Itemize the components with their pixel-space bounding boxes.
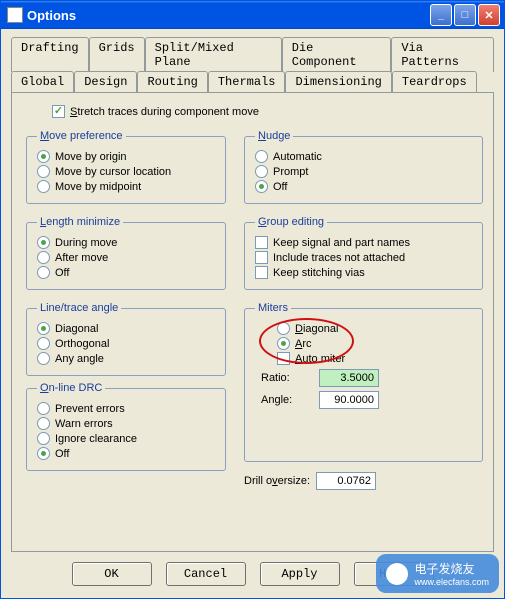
radio-icon (37, 352, 50, 365)
miter-arc-radio[interactable]: Arc (277, 337, 472, 350)
design-panel: ✓ Stretch traces during component move M… (11, 92, 494, 552)
move-by-cursor-radio[interactable]: Move by cursor location (37, 165, 215, 178)
move-by-origin-radio[interactable]: Move by origin (37, 150, 215, 163)
radio-icon (37, 150, 50, 163)
radio-icon (255, 165, 268, 178)
any-angle-radio[interactable]: Any angle (37, 352, 215, 365)
online-drc-legend: On-line DRC (37, 382, 105, 394)
window-title: Options (27, 8, 430, 23)
tab-global[interactable]: Global (11, 71, 74, 93)
group-editing-legend: Group editing (255, 216, 327, 228)
prevent-errors-radio[interactable]: Prevent errors (37, 402, 215, 415)
cancel-button[interactable]: Cancel (166, 562, 246, 586)
miters-legend: Miters (255, 302, 291, 314)
length-off-radio[interactable]: Off (37, 266, 215, 279)
online-drc-group: On-line DRC Prevent errors Warn errors I… (26, 382, 226, 471)
nudge-legend: Nudge (255, 130, 293, 142)
minimize-button[interactable]: _ (430, 4, 452, 26)
tab-grids[interactable]: Grids (89, 37, 145, 72)
keep-stitching-vias-checkbox[interactable]: Keep stitching vias (255, 266, 472, 279)
radio-icon (37, 165, 50, 178)
ratio-label: Ratio: (261, 372, 311, 384)
drill-oversize-row: Drill oversize: (244, 472, 483, 490)
diagonal-angle-radio[interactable]: Diagonal (37, 322, 215, 335)
close-button[interactable]: ✕ (478, 4, 500, 26)
group-editing-group: Group editing Keep signal and part names… (244, 216, 483, 290)
checkbox-icon (255, 236, 268, 249)
during-move-radio[interactable]: During move (37, 236, 215, 249)
nudge-off-radio[interactable]: Off (255, 180, 472, 193)
miters-group: Miters Diagonal Arc Auto miter Ratio: (244, 302, 483, 462)
radio-icon (37, 322, 50, 335)
line-trace-angle-group: Line/trace angle Diagonal Orthogonal Any… (26, 302, 226, 376)
tab-split-mixed-plane[interactable]: Split/Mixed Plane (145, 37, 282, 72)
angle-input[interactable] (319, 391, 379, 409)
ignore-clearance-radio[interactable]: Ignore clearance (37, 432, 215, 445)
tab-row-2: Global Design Routing Thermals Dimension… (11, 71, 494, 93)
apply-button[interactable]: Apply (260, 562, 340, 586)
tab-die-component[interactable]: Die Component (282, 37, 392, 72)
after-move-radio[interactable]: After move (37, 251, 215, 264)
tab-via-patterns[interactable]: Via Patterns (391, 37, 494, 72)
maximize-button[interactable]: □ (454, 4, 476, 26)
stretch-label: Stretch traces during component move (70, 106, 259, 118)
move-by-midpoint-radio[interactable]: Move by midpoint (37, 180, 215, 193)
tab-routing[interactable]: Routing (137, 71, 207, 93)
stretch-traces-checkbox[interactable]: ✓ Stretch traces during component move (52, 105, 483, 118)
radio-icon (37, 266, 50, 279)
checkbox-icon (277, 352, 290, 365)
drill-oversize-label: Drill oversize: (244, 475, 310, 487)
window-buttons: _ □ ✕ (430, 4, 500, 26)
orthogonal-angle-radio[interactable]: Orthogonal (37, 337, 215, 350)
radio-icon (37, 402, 50, 415)
drc-off-radio[interactable]: Off (37, 447, 215, 460)
button-bar: OK Cancel Apply Help (11, 552, 494, 592)
tab-drafting[interactable]: Drafting (11, 37, 89, 72)
line-trace-angle-legend: Line/trace angle (37, 302, 121, 314)
auto-miter-checkbox[interactable]: Auto miter (277, 352, 472, 365)
ratio-input[interactable] (319, 369, 379, 387)
nudge-group: Nudge Automatic Prompt Off (244, 130, 483, 204)
tab-thermals[interactable]: Thermals (208, 71, 286, 93)
checkbox-icon (255, 251, 268, 264)
move-preference-legend: Move preference (37, 130, 126, 142)
radio-icon (37, 251, 50, 264)
radio-icon (277, 322, 290, 335)
checkbox-icon: ✓ (52, 105, 65, 118)
length-minimize-legend: Length minimize (37, 216, 123, 228)
radio-icon (37, 417, 50, 430)
radio-icon (255, 150, 268, 163)
tab-design[interactable]: Design (74, 71, 137, 94)
include-traces-checkbox[interactable]: Include traces not attached (255, 251, 472, 264)
tab-row-1: Drafting Grids Split/Mixed Plane Die Com… (11, 37, 494, 72)
radio-icon (255, 180, 268, 193)
move-preference-group: Move preference Move by origin Move by c… (26, 130, 226, 204)
ok-button[interactable]: OK (72, 562, 152, 586)
nudge-automatic-radio[interactable]: Automatic (255, 150, 472, 163)
drill-oversize-input[interactable] (316, 472, 376, 490)
keep-signal-names-checkbox[interactable]: Keep signal and part names (255, 236, 472, 249)
tab-dimensioning[interactable]: Dimensioning (285, 71, 391, 93)
nudge-prompt-radio[interactable]: Prompt (255, 165, 472, 178)
angle-label: Angle: (261, 394, 311, 406)
radio-icon (37, 447, 50, 460)
radio-icon (37, 432, 50, 445)
options-window: Options _ □ ✕ Drafting Grids Split/Mixed… (0, 0, 505, 599)
radio-icon (37, 337, 50, 350)
radio-icon (277, 337, 290, 350)
length-minimize-group: Length minimize During move After move O… (26, 216, 226, 290)
radio-icon (37, 180, 50, 193)
help-button[interactable]: Help (354, 562, 434, 586)
app-icon (7, 7, 23, 23)
miter-diagonal-radio[interactable]: Diagonal (277, 322, 472, 335)
tab-teardrops[interactable]: Teardrops (392, 71, 477, 93)
warn-errors-radio[interactable]: Warn errors (37, 417, 215, 430)
titlebar[interactable]: Options _ □ ✕ (1, 1, 504, 29)
radio-icon (37, 236, 50, 249)
content-area: Drafting Grids Split/Mixed Plane Die Com… (1, 29, 504, 598)
checkbox-icon (255, 266, 268, 279)
